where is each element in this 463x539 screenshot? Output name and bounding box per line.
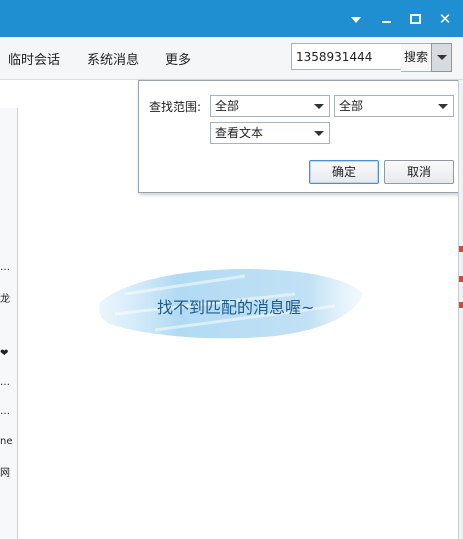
edge-marker: [459, 246, 463, 252]
tab-system-messages[interactable]: 系统消息: [87, 49, 139, 68]
range-select-1[interactable]: 全部: [210, 95, 330, 117]
list-item[interactable]: …: [0, 377, 17, 388]
toolbar: 临时会话 系统消息 更多 搜索: [0, 37, 463, 80]
no-match-banner: 找不到匹配的消息喔~: [95, 264, 365, 342]
no-match-text: 找不到匹配的消息喔~: [157, 298, 315, 317]
chevron-down-icon: [437, 55, 447, 60]
cancel-button[interactable]: 取消: [384, 160, 454, 184]
close-button[interactable]: ✕: [435, 9, 455, 29]
chevron-down-icon: [314, 104, 324, 109]
list-item[interactable]: …: [0, 262, 17, 273]
title-bar: ✕: [0, 0, 463, 37]
maximize-button[interactable]: [405, 9, 425, 29]
right-edge-strip: [458, 80, 463, 539]
list-item[interactable]: …: [0, 406, 17, 417]
search-button[interactable]: 搜索: [401, 43, 432, 72]
minimize-button[interactable]: [376, 9, 396, 29]
minimize-icon: [381, 21, 391, 23]
maximize-icon: [409, 14, 421, 24]
edge-marker: [459, 302, 463, 308]
list-item[interactable]: ❤: [0, 348, 17, 359]
search-range-label: 查找范围:: [149, 100, 202, 114]
close-icon: ✕: [438, 10, 452, 28]
confirm-button[interactable]: 确定: [309, 160, 379, 184]
range-select-2-value: 全部: [339, 99, 364, 113]
search-range-popup: 查找范围: 全部 全部 查看文本 确定 取消: [138, 80, 463, 193]
chevron-down-icon: [314, 131, 324, 136]
tab-temp-chat[interactable]: 临时会话: [8, 49, 60, 68]
view-mode-select-value: 查看文本: [215, 126, 264, 140]
edge-marker: [459, 276, 463, 282]
list-item[interactable]: 龙: [0, 290, 17, 305]
list-item[interactable]: 网: [0, 464, 17, 479]
list-item[interactable]: ne: [0, 436, 17, 447]
range-select-1-value: 全部: [215, 99, 240, 113]
search-input[interactable]: [291, 43, 403, 70]
range-select-2[interactable]: 全部: [334, 95, 454, 117]
chevron-down-icon: [438, 104, 448, 109]
chevron-down-icon[interactable]: [346, 9, 366, 29]
contact-sidebar: … 龙 ❤ … … ne 网: [0, 108, 18, 539]
search-options-button[interactable]: [431, 43, 452, 72]
tab-more[interactable]: 更多: [165, 49, 191, 68]
view-mode-select[interactable]: 查看文本: [210, 122, 330, 144]
